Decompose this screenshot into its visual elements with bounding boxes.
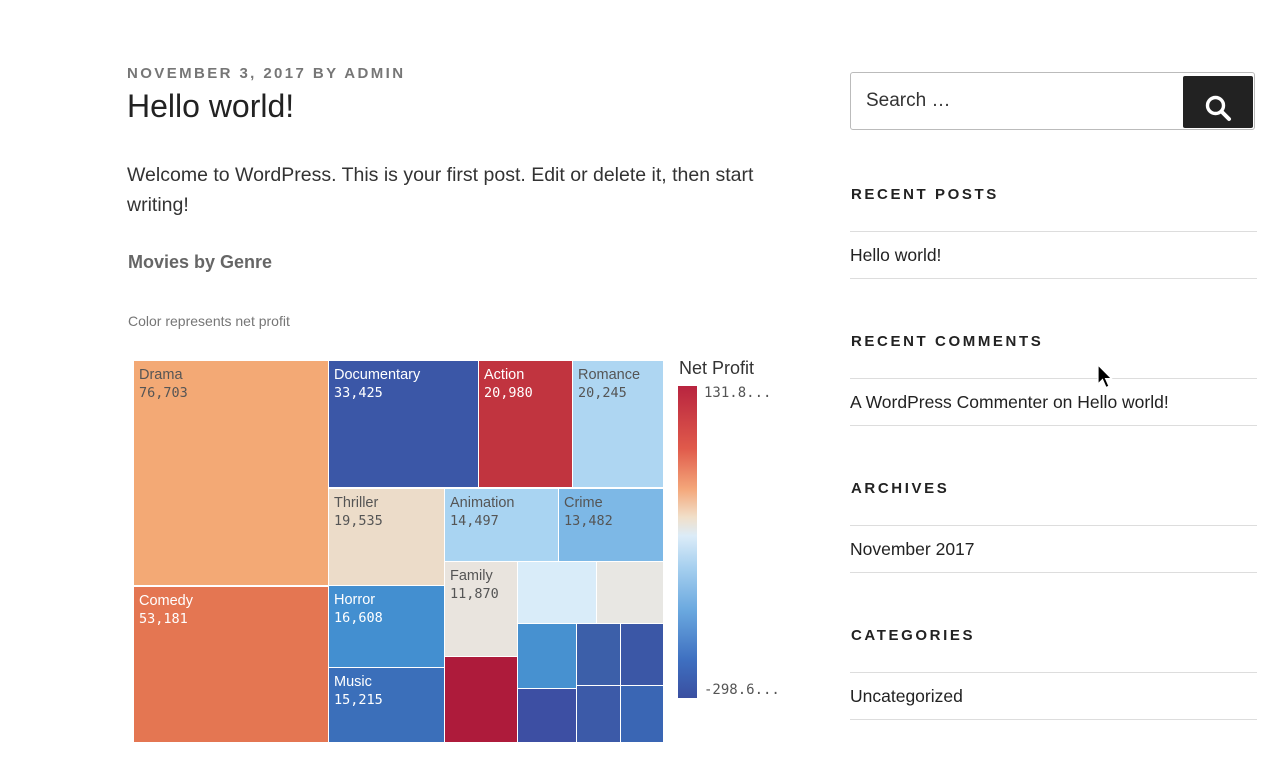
divider [850, 525, 1257, 526]
tile-genre: Romance [578, 367, 641, 383]
treemap-tile[interactable] [620, 685, 664, 743]
tile-value: 20,980 [484, 385, 533, 401]
recent-posts-title: Recent Posts [851, 186, 999, 203]
tile-label: Drama 76,703 [139, 366, 188, 402]
legend-max-label: 131.8... [704, 385, 772, 401]
tile-value: 11,870 [450, 586, 499, 602]
tile-genre: Crime [564, 495, 603, 511]
mouse-cursor-icon [1097, 364, 1113, 389]
tile-value: 14,497 [450, 513, 499, 529]
treemap-tile[interactable] [576, 623, 621, 686]
tile-value: 13,482 [564, 513, 613, 529]
treemap-tile[interactable] [517, 623, 577, 689]
treemap-tile[interactable]: Romance 20,245 [572, 360, 664, 488]
treemap-tile[interactable] [444, 656, 518, 743]
tile-value: 19,535 [334, 513, 383, 529]
treemap-tile[interactable]: Horror 16,608 [328, 585, 445, 668]
treemap-tile[interactable]: Documentary 33,425 [328, 360, 479, 488]
tile-label: Thriller 19,535 [334, 494, 383, 530]
archives-title: Archives [851, 480, 950, 497]
treemap-tile[interactable] [517, 688, 577, 743]
search-input[interactable] [852, 74, 1182, 128]
treemap-tile[interactable] [576, 685, 621, 743]
tile-genre: Action [484, 367, 525, 383]
category-link[interactable]: Uncategorized [850, 686, 963, 707]
tile-genre: Family [450, 568, 493, 584]
recent-post-link[interactable]: Hello world! [850, 245, 941, 266]
post-body: Welcome to WordPress. This is your first… [127, 164, 754, 216]
post-by: by [312, 65, 339, 82]
tile-genre: Documentary [334, 367, 421, 383]
tile-label: Animation 14,497 [450, 494, 514, 530]
tile-genre: Horror [334, 592, 376, 608]
comment-post-link[interactable]: Hello world! [1077, 392, 1168, 412]
divider [850, 231, 1257, 232]
search-button[interactable] [1183, 76, 1253, 128]
search-icon [1205, 95, 1231, 121]
tile-label: Family 11,870 [450, 567, 499, 603]
tile-label: Crime 13,482 [564, 494, 613, 530]
comment-on-text: on [1052, 392, 1073, 412]
comment-author-link[interactable]: A WordPress Commenter [850, 392, 1048, 412]
recent-comments-title: Recent Comments [851, 333, 1044, 350]
categories-title: Categories [851, 627, 976, 644]
tile-genre: Thriller [334, 495, 379, 511]
legend-min-label: -298.6... [704, 682, 780, 698]
treemap-tile[interactable] [596, 561, 664, 624]
treemap-tile[interactable]: Family 11,870 [444, 561, 518, 657]
treemap-tile[interactable]: Music 15,215 [328, 667, 445, 743]
divider [850, 719, 1257, 720]
chart-subtitle: Color represents net profit [128, 313, 290, 329]
treemap-tile[interactable] [620, 623, 664, 686]
divider [850, 378, 1257, 379]
treemap-tile[interactable]: Action 20,980 [478, 360, 573, 488]
treemap-tile[interactable]: Crime 13,482 [558, 488, 664, 562]
post-meta: November 3, 2017 by admin [127, 65, 405, 82]
treemap-tile[interactable] [517, 561, 597, 624]
chart-title: Movies by Genre [128, 252, 273, 272]
tile-label: Music 15,215 [334, 673, 383, 709]
tile-label: Comedy 53,181 [139, 592, 193, 628]
tile-value: 20,245 [578, 385, 627, 401]
tile-label: Documentary 33,425 [334, 366, 420, 402]
legend-title: Net Profit [679, 358, 755, 378]
tile-label: Romance 20,245 [578, 366, 640, 402]
tile-label: Horror 16,608 [334, 591, 383, 627]
tile-genre: Animation [450, 495, 515, 511]
tile-value: 16,608 [334, 610, 383, 626]
tile-genre: Drama [139, 367, 183, 383]
treemap-tile[interactable]: Comedy 53,181 [133, 586, 329, 743]
tile-value: 15,215 [334, 692, 383, 708]
treemap-tile[interactable]: Animation 14,497 [444, 488, 559, 562]
tile-value: 76,703 [139, 385, 188, 401]
divider [850, 572, 1257, 573]
post-date[interactable]: November 3, 2017 [127, 65, 306, 82]
tile-genre: Music [334, 674, 372, 690]
tile-value: 53,181 [139, 611, 188, 627]
post-title: Hello world! [127, 88, 295, 124]
divider [850, 672, 1257, 673]
legend-color-scale [678, 386, 697, 698]
divider [850, 278, 1257, 279]
post-author[interactable]: admin [344, 65, 405, 82]
tile-genre: Comedy [139, 593, 193, 609]
treemap-tile[interactable]: Drama 76,703 [133, 360, 329, 586]
recent-comment-item: A WordPress Commenter on Hello world! [850, 392, 1169, 413]
treemap-tile[interactable]: Thriller 19,535 [328, 488, 445, 586]
archive-link[interactable]: November 2017 [850, 539, 975, 560]
tile-value: 33,425 [334, 385, 383, 401]
divider [850, 425, 1257, 426]
tile-label: Action 20,980 [484, 366, 533, 402]
treemap-chart: Drama 76,703 Comedy 53,181 Documentary 33,425… [133, 360, 664, 743]
